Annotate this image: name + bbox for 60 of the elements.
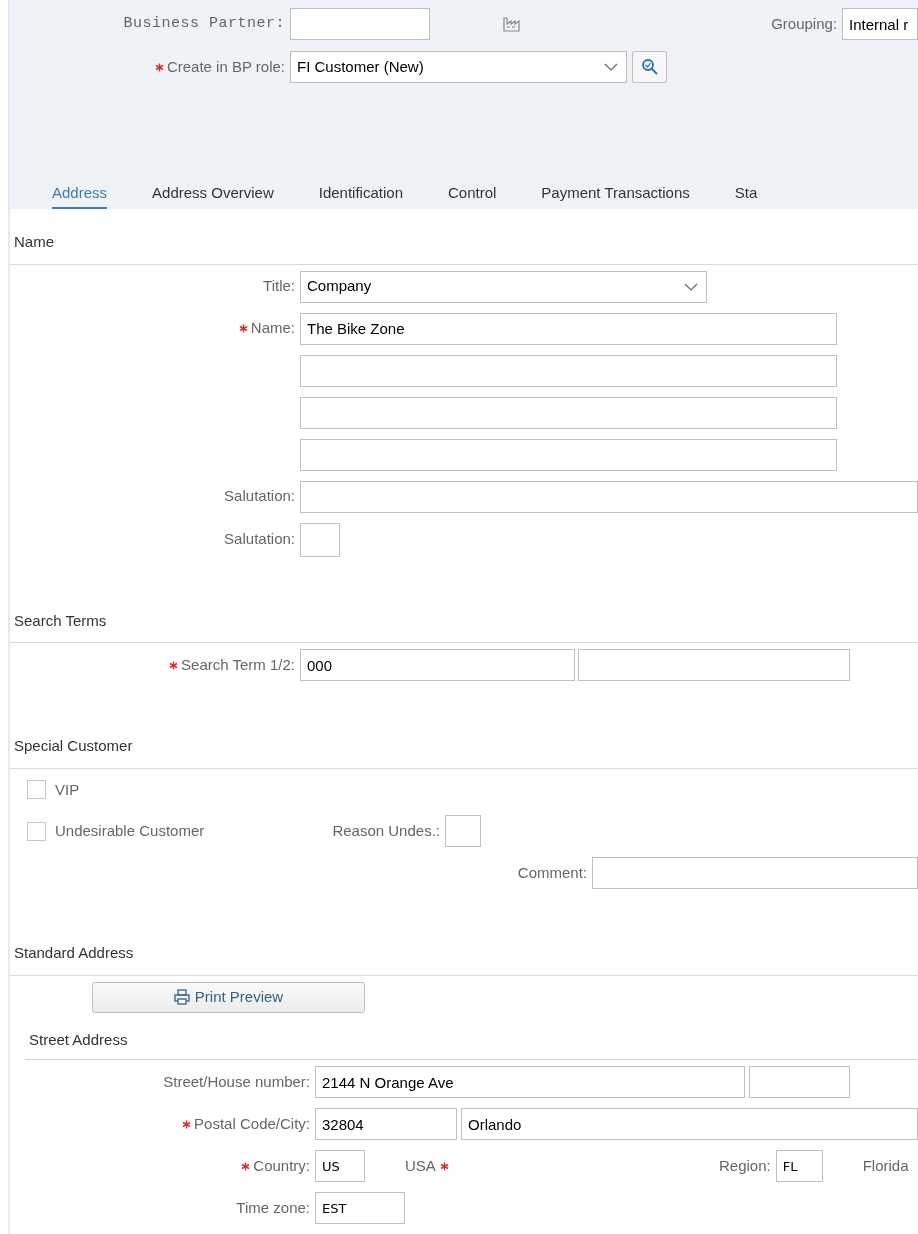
search-icon (640, 58, 659, 76)
field-label: Postal Code/City: (194, 1113, 310, 1134)
input-field[interactable]: US (315, 1150, 365, 1182)
field-label: Country: (253, 1155, 310, 1176)
field-label: Salutation: (224, 486, 295, 507)
section-title: Name (10, 231, 918, 265)
input-field[interactable] (300, 396, 837, 429)
field-label: Region: (719, 1155, 772, 1176)
dropdown-field[interactable]: Company (300, 270, 707, 303)
field-label: Business Partner: (123, 13, 285, 34)
checkbox-label: Undesirable Customer (55, 820, 206, 841)
tab[interactable]: Sta (734, 174, 758, 209)
input-field[interactable]: The Bike Zone (300, 312, 837, 345)
section-title: Standard Address (10, 942, 918, 976)
role-dropdown[interactable]: FI Customer (New) (290, 51, 627, 83)
building-icon (502, 16, 520, 32)
field-label: Salutation: (224, 529, 295, 550)
section-title: Search Terms (10, 609, 918, 643)
chevron-icon (684, 282, 698, 291)
print-preview-button[interactable]: Print Preview (92, 981, 365, 1013)
input-field[interactable] (749, 1066, 850, 1098)
field-label: Comment: (517, 862, 587, 883)
tab[interactable]: Payment Transactions (541, 174, 690, 209)
input-field[interactable] (300, 480, 918, 513)
section-title: Street Address (25, 1028, 918, 1060)
input-field[interactable] (300, 522, 340, 557)
section-title: Special Customer (10, 735, 918, 769)
search-button[interactable] (632, 51, 667, 83)
field-label: Create in BP role: (166, 56, 285, 77)
input-field[interactable]: Orlando (461, 1108, 918, 1140)
field-label: Street/House number: (163, 1071, 310, 1092)
field-label: Name: (250, 318, 295, 339)
tab[interactable]: Identification (318, 174, 403, 209)
input-field[interactable] (300, 438, 837, 471)
input-field[interactable]: EST (315, 1192, 405, 1224)
reason-field[interactable] (445, 815, 481, 847)
input-field[interactable]: 32804 (315, 1108, 457, 1140)
field-label: Title: (263, 276, 295, 297)
region-name: Florida (862, 1155, 909, 1176)
field-label: Search Term 1/2: (181, 654, 295, 675)
business-partner-field[interactable] (290, 8, 430, 40)
printer-icon (173, 989, 190, 1005)
comment-field[interactable] (592, 857, 918, 889)
tab[interactable]: Address (52, 174, 108, 209)
input-field[interactable] (578, 649, 850, 681)
tab[interactable]: Control (448, 174, 497, 209)
input-field[interactable] (300, 354, 837, 387)
grouping-field[interactable]: Internal r (842, 8, 918, 40)
tab[interactable]: Address Overview (152, 174, 274, 209)
field-label: Reason Undes.: (332, 820, 440, 841)
input-field[interactable]: 2144 N Orange Ave (315, 1066, 745, 1098)
checkbox[interactable] (27, 821, 46, 841)
checkbox-label: VIP (55, 779, 80, 800)
input-field[interactable]: FL (775, 1150, 823, 1182)
field-label: Grouping: (771, 13, 837, 34)
input-field[interactable]: 000 (300, 649, 575, 681)
chevron-icon (604, 63, 618, 71)
checkbox[interactable] (27, 780, 46, 800)
field-label: Time zone: (236, 1197, 310, 1218)
country-name: USA (405, 1155, 436, 1176)
